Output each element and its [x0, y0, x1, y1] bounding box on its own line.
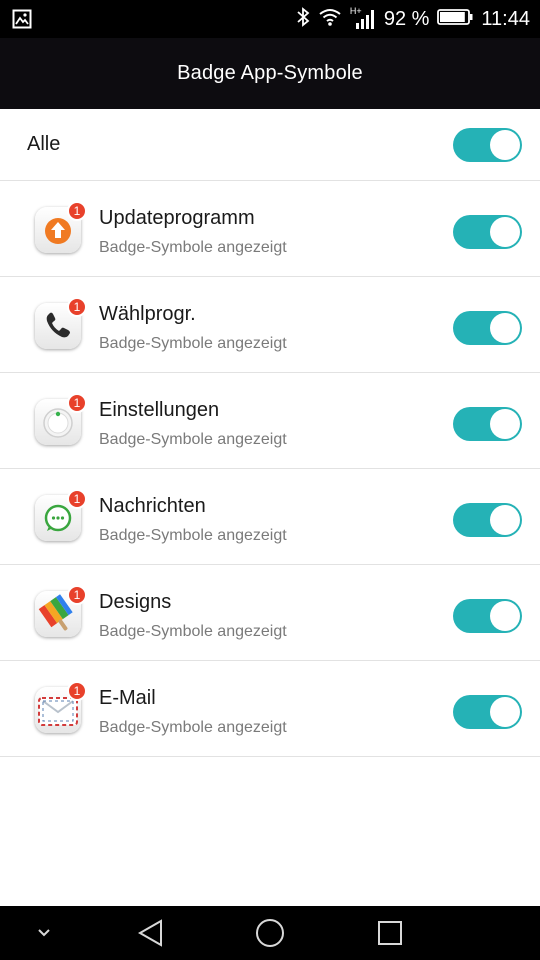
all-apps-label: Alle [27, 133, 61, 155]
gallery-notification-icon [12, 9, 32, 29]
email-badge-toggle[interactable] [453, 695, 522, 729]
bluetooth-icon [296, 6, 310, 32]
recents-button[interactable] [365, 906, 415, 960]
app-row-email[interactable]: 1 E-Mail Badge-Symbole angezeigt [0, 661, 540, 757]
app-name: Designs [99, 591, 172, 613]
messages-badge-toggle[interactable] [453, 503, 522, 537]
battery-icon [437, 8, 473, 31]
app-name: Wählprogr. [99, 303, 196, 325]
themes-badge-toggle[interactable] [453, 599, 522, 633]
app-subtitle: Badge-Symbole angezeigt [99, 719, 287, 736]
clock: 11:44 [481, 7, 530, 30]
toggle-knob [490, 409, 520, 439]
dialer-badge-toggle[interactable] [453, 311, 522, 345]
app-name: Einstellungen [99, 399, 220, 421]
settings-icon: 1 [35, 393, 87, 447]
badge-count: 1 [67, 297, 87, 317]
app-subtitle: Badge-Symbole angezeigt [99, 335, 287, 352]
toggle-knob [490, 313, 520, 343]
badge-count: 1 [67, 681, 87, 701]
signal-icon: H+ [350, 6, 376, 30]
chevron-down-icon[interactable] [22, 906, 66, 960]
app-name: Nachrichten [99, 495, 206, 517]
settings-list: Alle 1 Updateprogramm Badge-Symbole ange… [0, 109, 540, 757]
toggle-knob [490, 505, 520, 535]
app-subtitle: Badge-Symbole angezeigt [99, 623, 287, 640]
app-row-messages[interactable]: 1 Nachrichten Badge-Symbole angezeigt [0, 469, 540, 565]
status-bar: H+ 92 % 11:44 [0, 0, 540, 38]
app-row-dialer[interactable]: 1 Wählprogr. Badge-Symbole angezeigt [0, 277, 540, 373]
badge-count: 1 [67, 201, 87, 221]
messages-icon: 1 [35, 489, 87, 543]
all-apps-row[interactable]: Alle [0, 109, 540, 181]
update-badge-toggle[interactable] [453, 215, 522, 249]
themes-icon: 1 [35, 585, 87, 639]
app-name: E-Mail [99, 687, 156, 709]
header: Badge App-Symbole [0, 38, 540, 109]
toggle-knob [490, 601, 520, 631]
toggle-knob [490, 130, 520, 160]
toggle-knob [490, 697, 520, 727]
app-row-themes[interactable]: 1 Designs Badge-Symbole angezeigt [0, 565, 540, 661]
app-subtitle: Badge-Symbole angezeigt [99, 431, 287, 448]
update-icon: 1 [35, 201, 87, 255]
email-icon: 1 [35, 681, 87, 735]
navigation-bar [0, 906, 540, 960]
settings-badge-toggle[interactable] [453, 407, 522, 441]
home-button[interactable] [245, 906, 295, 960]
app-name: Updateprogramm [99, 207, 255, 229]
all-apps-toggle[interactable] [453, 128, 522, 162]
back-button[interactable] [126, 906, 176, 960]
badge-count: 1 [67, 489, 87, 509]
app-subtitle: Badge-Symbole angezeigt [99, 527, 287, 544]
badge-count: 1 [67, 393, 87, 413]
page-title: Badge App-Symbole [177, 62, 363, 84]
battery-percent: 92 % [383, 7, 430, 30]
app-row-settings[interactable]: 1 Einstellungen Badge-Symbole angezeigt [0, 373, 540, 469]
badge-count: 1 [67, 585, 87, 605]
toggle-knob [490, 217, 520, 247]
phone-icon: 1 [35, 297, 87, 351]
app-subtitle: Badge-Symbole angezeigt [99, 239, 287, 256]
wifi-icon [318, 7, 342, 32]
app-row-update[interactable]: 1 Updateprogramm Badge-Symbole angezeigt [0, 181, 540, 277]
